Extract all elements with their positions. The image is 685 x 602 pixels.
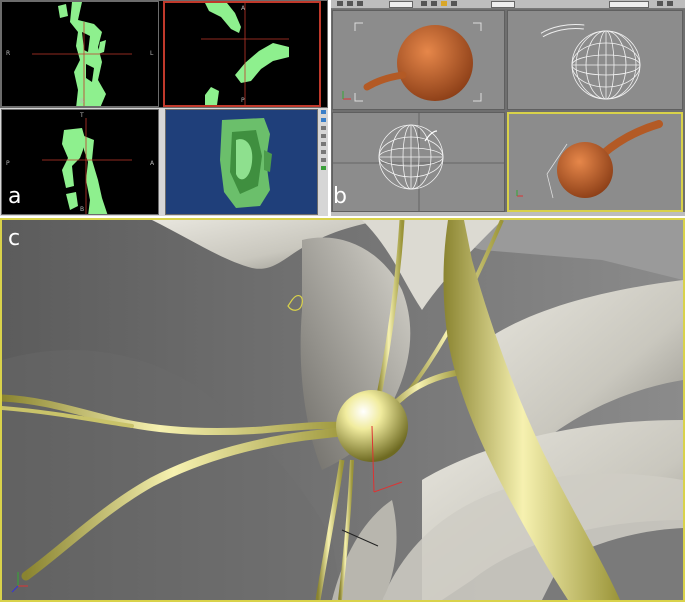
orientation-right-label: A [150,160,155,167]
ct-slice-image [32,2,132,106]
toolbar-icon[interactable] [337,1,343,6]
tool-icon[interactable] [321,158,326,162]
toolbar-icon[interactable] [357,1,363,6]
toolbar-icon[interactable] [451,1,457,6]
toolbar-icon[interactable] [657,1,663,6]
tool-icon[interactable] [321,166,326,170]
orientation-bottom-label: P [241,97,245,104]
selection-filter-dropdown[interactable] [389,1,413,8]
orientation-top-label: A [241,5,246,12]
ct-slice-image [42,118,132,214]
orientation-right-label: L [150,50,154,57]
tool-icon[interactable] [321,126,326,130]
orientation-left-label: R [6,50,11,57]
orientation-left-label: P [6,160,10,167]
panel-a: R L B A P P A T B a [0,0,328,216]
ct-view-axial[interactable]: A P [163,1,321,107]
render-3d-view[interactable] [165,109,318,215]
viewport-scene [342,22,482,102]
viewport-left[interactable] [332,112,505,212]
ct-slice-image [201,3,289,105]
selection-bracket-icon [354,22,363,31]
tool-icon[interactable] [321,110,326,114]
tool-icon[interactable] [321,134,326,138]
ct-view-coronal[interactable]: R L B [1,1,159,107]
panel-b: b [331,0,685,216]
viewport-perspective[interactable] [507,112,683,212]
named-selection-dropdown[interactable] [609,1,649,8]
status-bar [331,212,685,216]
orientation-bottom-label: B [80,206,85,213]
panel-label-c: c [8,226,21,251]
viewport-front[interactable] [507,10,683,110]
panel-label-a: a [8,184,22,209]
max-toolbar [331,0,685,9]
panel-label-b: b [333,184,347,209]
reference-coord-dropdown[interactable] [491,1,515,8]
tool-icon[interactable] [321,150,326,154]
toolbar-icon[interactable] [431,1,437,6]
endoscopic-scene [2,220,683,600]
toolbar-icon[interactable] [667,1,673,6]
orientation-top-label: T [80,112,84,119]
tool-icon[interactable] [321,142,326,146]
panel-c: c [0,218,685,602]
toolbar-icon[interactable] [441,1,447,6]
toolbar-icon[interactable] [347,1,353,6]
rendered-bone-model [220,118,272,208]
viewport-scene [540,24,641,100]
viewport-top[interactable] [332,10,505,110]
tool-icon[interactable] [321,118,326,122]
tool-strip [320,108,328,178]
toolbar-icon[interactable] [421,1,427,6]
ct-view-sagittal[interactable]: P A T B [1,109,159,215]
viewport-scene [333,113,504,211]
viewport-scene [516,120,663,199]
orientation-bottom-label: B [80,98,85,105]
